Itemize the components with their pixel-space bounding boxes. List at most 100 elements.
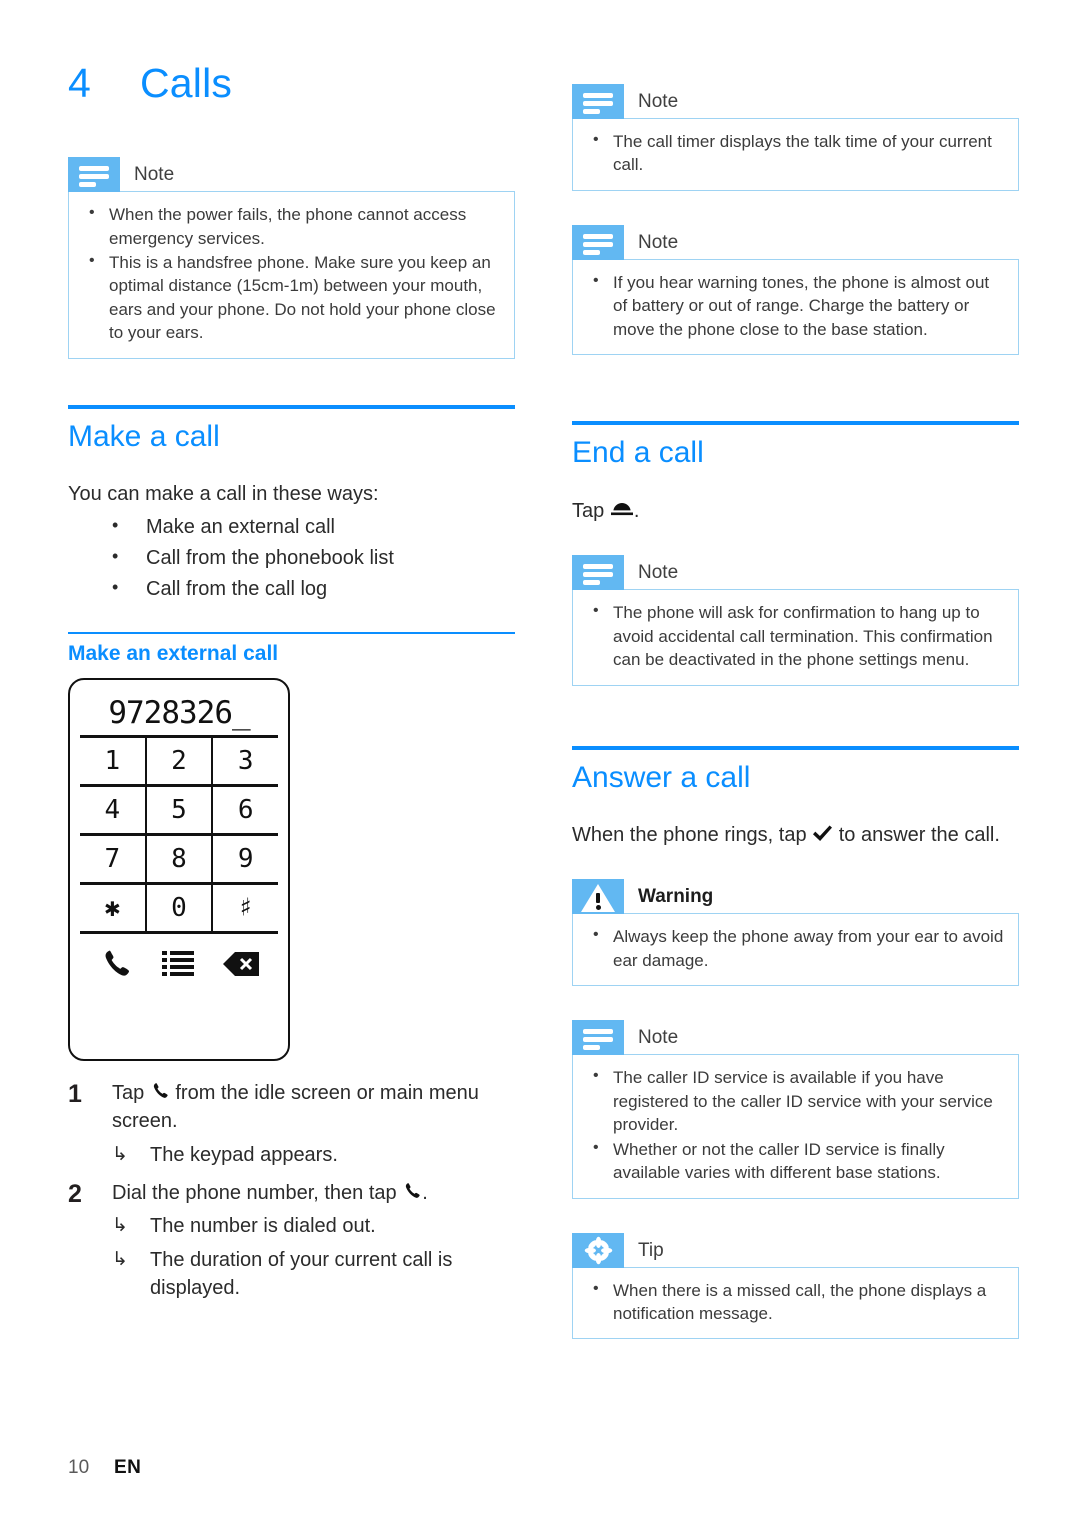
instruction-after: to answer the call. (838, 824, 1000, 847)
section-heading: End a call (572, 436, 704, 470)
call-handset-icon (402, 1181, 422, 1201)
instruction-after: . (633, 499, 640, 522)
subheading-rule (68, 631, 515, 634)
check-icon (812, 824, 833, 843)
step-number: 2 (68, 1180, 82, 1209)
chapter-title-text: Calls (140, 60, 233, 106)
language-code: EN (114, 1457, 142, 1478)
page-title: 4 Calls (68, 60, 515, 106)
keypad-row: 4 5 6 (80, 783, 278, 833)
step-result: ↳ The keypad appears. (112, 1141, 515, 1169)
instruction-before: Tap (572, 499, 605, 522)
result-arrow-icon: ↳ (112, 1248, 128, 1270)
keypad-key: 3 (211, 737, 278, 784)
heading-rule (68, 404, 515, 409)
list-item: The phone will ask for confirmation to h… (587, 600, 1004, 671)
manual-page: 4 Calls Note When the power fails, the p… (0, 0, 1080, 1527)
step-result: ↳ The number is dialed out. (112, 1212, 515, 1240)
left-column: 4 Calls Note When the power fails, the p… (68, 60, 515, 1313)
backspace-icon (223, 950, 260, 983)
chapter-number: 4 (68, 60, 92, 106)
step-2: 2 Dial the phone number, then tap . ↳ Th… (68, 1179, 515, 1303)
callout-header: Note (572, 1020, 1019, 1056)
callout-header: Note (572, 84, 1019, 119)
callout-note-caller-id: Note The caller ID service is available … (572, 1020, 1019, 1199)
callout-note-hangup: Note The phone will ask for confirmation… (572, 555, 1019, 686)
list-item: Make an external call (68, 512, 515, 542)
keypad-key: 0 (144, 884, 212, 931)
heading-rule (572, 421, 1019, 426)
page-footer: 10 EN (68, 1457, 141, 1479)
section-answer-a-call: Answer a call When the phone rings, tap … (572, 745, 1019, 1340)
callout-label: Note (638, 91, 679, 112)
list-item: Always keep the phone away from your ear… (587, 924, 1004, 972)
step-text-before: Dial the phone number, then tap (112, 1182, 397, 1205)
callout-body: When there is a missed call, the phone d… (572, 1266, 1019, 1340)
tip-icon (572, 1232, 624, 1268)
callout-tip-missed-call: Tip When there is a missed call, the pho… (572, 1232, 1019, 1340)
keypad-key: 1 (104, 745, 121, 776)
keypad-row: 1 2 3 (80, 737, 278, 784)
note-icon (68, 157, 120, 193)
call-handset-icon (150, 1081, 170, 1101)
callout-label: Note (638, 231, 679, 253)
keypad-key: 5 (144, 786, 212, 833)
step-body: Dial the phone number, then tap . ↳ The … (112, 1179, 515, 1303)
hang-up-icon (610, 501, 634, 519)
note-icon (572, 555, 624, 591)
list-item: The call timer displays the talk time of… (587, 129, 1004, 177)
result-arrow-icon: ↳ (112, 1143, 128, 1165)
keypad-key: 9 (211, 835, 278, 882)
keypad-key: 7 (104, 843, 121, 874)
keypad-row: ✱ 0 ♯ (80, 881, 278, 931)
callout-body: The caller ID service is available if yo… (572, 1054, 1019, 1199)
callout-body: If you hear warning tones, the phone is … (572, 258, 1019, 356)
step-text-after: . (422, 1182, 428, 1205)
result-text: The number is dialed out. (150, 1215, 376, 1238)
callout-label: Tip (638, 1239, 664, 1261)
subsection-heading: Make an external call (68, 641, 279, 665)
callout-label: Warning (638, 886, 714, 908)
callout-header: Note (68, 157, 515, 193)
ways-list: Make an external call Call from the phon… (68, 512, 515, 604)
section-make-an-external-call: Make an external call 9728326_ 1 2 3 4 5… (68, 631, 515, 1303)
list-item: When there is a missed call, the phone d… (587, 1278, 1004, 1326)
note-icon (572, 1020, 624, 1056)
intro-text: You can make a call in these ways: (68, 483, 379, 506)
section-make-a-call: Make a call You can make a call in these… (68, 404, 515, 604)
list-item: Whether or not the caller ID service is … (587, 1137, 1004, 1185)
section-heading: Answer a call (572, 760, 751, 794)
result-text: The keypad appears. (150, 1143, 338, 1166)
warning-icon (572, 879, 624, 915)
result-text: The duration of your current call is dis… (150, 1248, 453, 1300)
callout-warning-ear: Warning Always keep the phone away from … (572, 879, 1019, 987)
callout-header: Tip (572, 1232, 1019, 1268)
step-1: 1 Tap from the idle screen or main menu … (68, 1079, 515, 1169)
list-icon (161, 949, 194, 984)
list-item: If you hear warning tones, the phone is … (587, 270, 1004, 341)
section-end-a-call: End a call Tap . Note • The phone will a… (572, 421, 1019, 686)
result-arrow-icon: ↳ (112, 1215, 128, 1237)
keypad-key: 8 (144, 835, 212, 882)
keypad-key-hash: ♯ (211, 884, 278, 931)
page-number: 10 (68, 1457, 90, 1478)
callout-note-power: Note When the power fails, the phone can… (68, 157, 515, 359)
callout-label: Note (638, 1027, 679, 1049)
keypad-softkeys (80, 934, 278, 1000)
section-heading: Make a call (68, 419, 220, 453)
steps-list: 1 Tap from the idle screen or main menu … (68, 1079, 515, 1303)
list-item: The caller ID service is available if yo… (587, 1065, 1004, 1136)
keypad-illustration: 9728326_ 1 2 3 4 5 6 7 8 9 ✱ 0 ♯ (68, 677, 290, 1061)
instruction-text: Tap . (572, 497, 1019, 525)
list-item: When the power fails, the phone cannot a… (83, 202, 500, 250)
keypad-grid: 1 2 3 4 5 6 7 8 9 ✱ 0 ♯ (80, 734, 278, 934)
instruction-text: When the phone rings, tap to answer the … (572, 821, 1019, 849)
callout-body: The call timer displays the talk time of… (572, 118, 1019, 191)
callout-body: When the power fails, the phone cannot a… (68, 191, 515, 359)
callout-header: Note (572, 555, 1019, 591)
instruction-before: When the phone rings, tap (572, 824, 807, 847)
step-body: Tap from the idle screen or main menu sc… (112, 1079, 515, 1169)
keypad-key: 6 (211, 786, 278, 833)
step-text-before: Tap (112, 1081, 145, 1104)
callout-note-warning-tones: Note If you hear warning tones, the phon… (572, 224, 1019, 356)
